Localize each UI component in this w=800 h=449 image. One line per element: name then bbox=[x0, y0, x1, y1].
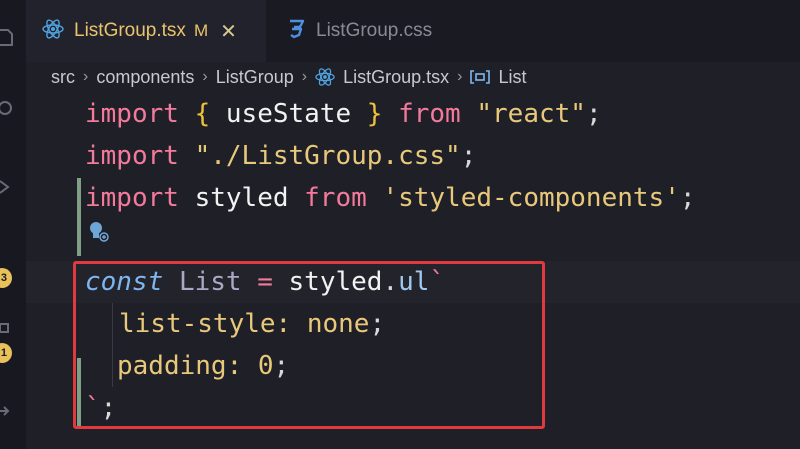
close-icon[interactable]: ✕ bbox=[220, 19, 237, 44]
breadcrumb-components[interactable]: components bbox=[96, 67, 194, 88]
tab-listgroup-tsx[interactable]: ListGroup.tsx M ✕ bbox=[26, 0, 266, 62]
css-icon bbox=[286, 18, 306, 45]
extensions-badge: 1 bbox=[0, 343, 12, 363]
files-icon[interactable] bbox=[0, 28, 14, 46]
breadcrumb-separator: › bbox=[457, 68, 463, 85]
git-added-marker bbox=[77, 178, 81, 256]
breadcrumb-symbol[interactable]: List bbox=[498, 67, 526, 88]
tab-bar: ListGroup.tsx M ✕ ListGroup.css bbox=[26, 0, 800, 62]
breadcrumb: src › components › ListGroup › ListGroup… bbox=[26, 62, 800, 92]
tab-label: ListGroup.css bbox=[316, 20, 433, 41]
breadcrumb-separator: › bbox=[301, 68, 308, 85]
code-line-2: import "./ListGroup.css"; bbox=[85, 141, 477, 171]
lightbulb-icon[interactable] bbox=[88, 220, 110, 249]
source-control-badge: 3 bbox=[0, 268, 12, 288]
breadcrumb-listgroup-folder[interactable]: ListGroup bbox=[216, 67, 294, 88]
breadcrumb-separator: › bbox=[202, 68, 208, 85]
activity-bar: 3 1 bbox=[0, 0, 26, 449]
highlight-annotation-box bbox=[73, 261, 545, 429]
breadcrumb-src[interactable]: src bbox=[51, 67, 75, 88]
react-icon bbox=[42, 18, 64, 45]
modified-indicator: M bbox=[193, 21, 209, 40]
tab-label: ListGroup.tsx bbox=[74, 20, 186, 41]
tab-listgroup-css[interactable]: ListGroup.css bbox=[270, 0, 510, 62]
variable-icon bbox=[470, 69, 491, 85]
remote-icon[interactable] bbox=[0, 402, 14, 418]
react-icon bbox=[315, 67, 335, 87]
breadcrumb-file[interactable]: ListGroup.tsx bbox=[343, 67, 449, 88]
run-icon[interactable] bbox=[0, 178, 14, 194]
search-icon[interactable] bbox=[0, 100, 14, 116]
code-editor[interactable]: import { useState } from "react"; import… bbox=[26, 92, 800, 449]
code-line-1: import { useState } from "react"; bbox=[85, 99, 602, 129]
code-line-3: import styled from 'styled-components'; bbox=[85, 183, 696, 213]
breadcrumb-separator: › bbox=[83, 68, 89, 85]
extensions-icon[interactable] bbox=[0, 322, 14, 338]
